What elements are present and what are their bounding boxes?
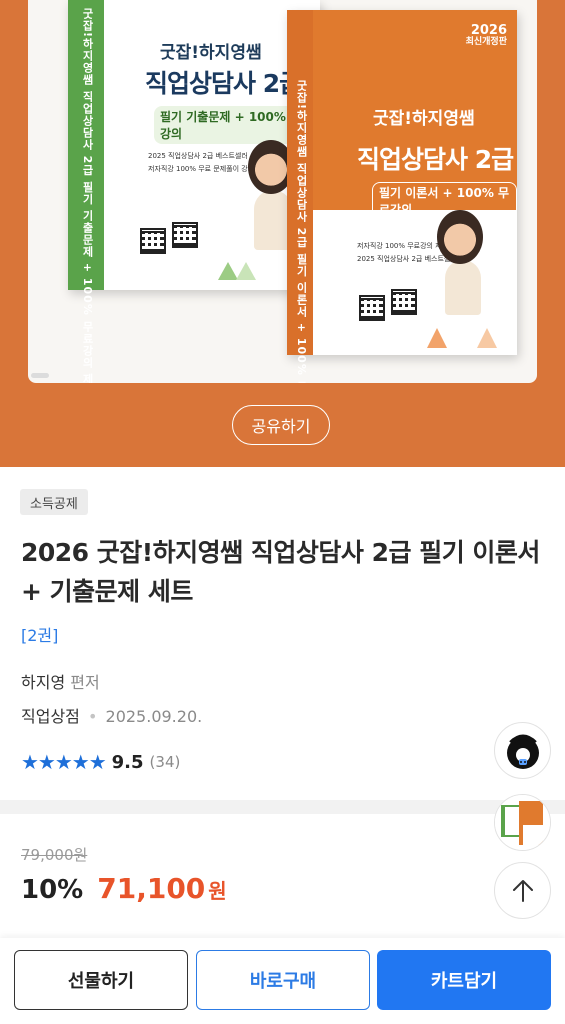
author-name[interactable]: 하지영 (21, 673, 65, 692)
triangle-decoration (218, 262, 238, 280)
arrow-up-icon (512, 879, 533, 902)
qr-code-icon (172, 222, 198, 248)
triangle-decoration (477, 328, 497, 348)
author-role: 편저 (70, 673, 100, 692)
mascot-chatbot-button[interactable] (494, 722, 551, 779)
section-divider (0, 800, 565, 814)
qr-code-icon (140, 228, 166, 254)
carousel-indicator (31, 373, 49, 378)
author-illustration-face (437, 210, 483, 264)
review-count: (34) (149, 753, 181, 771)
rating-row[interactable]: ★★★★★ 9.5 (34) (21, 750, 180, 774)
triangle-decoration (427, 328, 447, 348)
currency-unit: 원 (208, 879, 227, 903)
author-row: 하지영 편저 (21, 669, 100, 693)
qr-code-icon (391, 289, 417, 315)
author-illustration-body (445, 260, 481, 315)
share-button[interactable]: 공유하기 (232, 405, 330, 445)
book-brand: 굿잡!하지영쌤 (160, 43, 262, 63)
book-brand: 굿잡!하지영쌤 (373, 109, 475, 129)
book-title: 직업상담사 2급 (357, 145, 514, 174)
publisher-row: 직업상점 • 2025.09.20. (21, 703, 202, 727)
book-spine-text: 굿잡!하지영쌤 직업상담사 2급 필기 기출문제 + 100% 무료강의 제공 (81, 8, 94, 383)
book-subtitle: 필기 이론서 + 100% 무료강의 (372, 182, 517, 220)
book-thumbnail-icon (495, 795, 550, 850)
book-title: 직업상담사 2급 (145, 69, 302, 98)
book-cover-theory: 굿잡!하지영쌤 직업상담사 2급 필기 이론서 + 100% 무료강의 제공 2… (287, 10, 517, 383)
mascot-icon (506, 734, 539, 769)
book-cover-exam: 굿잡!하지영쌤 직업상담사 2급 필기 기출문제 + 100% 무료강의 제공 … (68, 0, 320, 383)
product-image-card[interactable]: 굿잡!하지영쌤 직업상담사 2급 필기 기출문제 + 100% 무료강의 제공 … (28, 0, 537, 383)
book-edition: 2026 최신개정판 (465, 23, 507, 48)
separator-dot: • (87, 707, 98, 726)
cutoff-content-row (21, 928, 541, 938)
triangle-decoration (236, 262, 256, 280)
gift-button[interactable]: 선물하기 (14, 950, 188, 1010)
book-spine-text: 굿잡!하지영쌤 직업상담사 2급 필기 이론서 + 100% 무료강의 제공 (295, 80, 308, 383)
qr-code-icon (359, 295, 385, 321)
book-spine: 굿잡!하지영쌤 직업상담사 2급 필기 이론서 + 100% 무료강의 제공 (287, 10, 313, 383)
publisher-name[interactable]: 직업상점 (21, 707, 80, 726)
bottom-action-bar: 선물하기 바로구매 카트담기 (0, 938, 565, 1024)
product-image-hero: 굿잡!하지영쌤 직업상담사 2급 필기 기출문제 + 100% 무료강의 제공 … (0, 0, 565, 467)
scroll-to-top-button[interactable] (494, 862, 551, 919)
buy-now-button[interactable]: 바로구매 (196, 950, 370, 1010)
book-spine: 굿잡!하지영쌤 직업상담사 2급 필기 기출문제 + 100% 무료강의 제공 (68, 0, 104, 383)
book-edition-label: 최신개정판 (465, 37, 507, 48)
star-rating-icon: ★★★★★ (21, 750, 107, 774)
price-row: 10% 71,100 원 (21, 872, 227, 905)
discount-rate: 10% (21, 875, 84, 905)
sale-price: 71,100 (97, 872, 206, 905)
volumes-link[interactable]: [2권] (21, 622, 58, 646)
book-edition-year: 2026 (470, 23, 507, 38)
publish-date: 2025.09.20. (105, 707, 203, 726)
product-title: 2026 굿잡!하지영쌤 직업상담사 2급 필기 이론서 + 기출문제 세트 (21, 538, 540, 606)
product-thumbnail-button[interactable] (494, 794, 551, 851)
rating-score: 9.5 (111, 751, 144, 773)
original-price: 79,000원 (21, 846, 88, 864)
add-to-cart-button[interactable]: 카트담기 (377, 950, 551, 1010)
tax-deduction-badge: 소득공제 (20, 489, 88, 515)
